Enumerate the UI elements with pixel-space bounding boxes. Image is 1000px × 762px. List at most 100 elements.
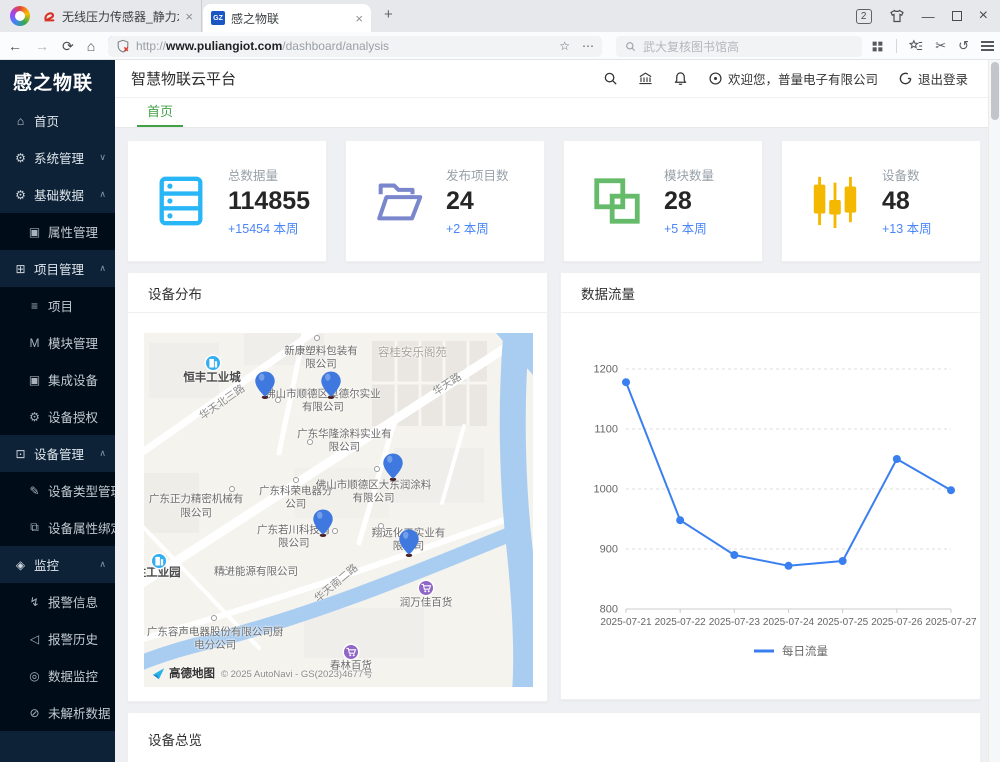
gear-icon: ⚙: [13, 188, 28, 202]
url-scheme: http://: [136, 39, 166, 53]
chevron-down-icon: ∨: [99, 152, 106, 163]
bank-icon[interactable]: [638, 71, 653, 86]
more-options-icon[interactable]: ⋯: [582, 39, 594, 53]
page-scrollbar[interactable]: [988, 60, 1000, 762]
toolbar-separator: [896, 39, 897, 53]
map-poi-dot: [229, 486, 235, 492]
sidebar-item-device-attribute-binding[interactable]: ⧉ 设备属性绑定: [0, 509, 115, 546]
shopping-poi-icon[interactable]: [417, 579, 435, 597]
browser-tab-strip: 无线压力传感器_静力水准仪_ × GZ 感之物联 × + 2 — ×: [0, 0, 1000, 32]
page-viewport: 感之物联 ⌂ 首页 ⚙ 系统管理 ∨ ⚙ 基础数据 ∧ ▣ 属性管理 ⊞ 项目管…: [0, 60, 1000, 762]
address-bar[interactable]: http://www.puliangiot.com/dashboard/anal…: [108, 36, 602, 57]
reload-button[interactable]: ⟳: [62, 38, 74, 55]
sidebar-item-device-management[interactable]: ⊡ 设备管理 ∧: [0, 435, 115, 472]
browser-logo-icon[interactable]: [10, 6, 30, 26]
close-button[interactable]: ×: [979, 7, 988, 25]
favorites-list-icon[interactable]: [909, 39, 923, 53]
logout-button[interactable]: 退出登录: [898, 69, 968, 88]
browser-home-button[interactable]: ⌂: [87, 38, 95, 54]
sidebar-item-integrated-device[interactable]: ▣ 集成设备: [0, 361, 115, 398]
shopping-poi-icon[interactable]: [342, 643, 360, 661]
map-poi-dot: [211, 615, 217, 621]
sidebar-item-attribute-management[interactable]: ▣ 属性管理: [0, 213, 115, 250]
device-map-pin[interactable]: [320, 371, 341, 400]
page-tab-bar: 首页: [115, 98, 988, 128]
apps-grid-icon[interactable]: [871, 40, 884, 53]
browser-tab-2-active[interactable]: GZ 感之物联 ×: [203, 4, 371, 32]
browser-tab-1[interactable]: 无线压力传感器_静力水准仪_ ×: [34, 0, 202, 32]
minimize-button[interactable]: —: [922, 9, 935, 24]
theme-shirt-icon[interactable]: [889, 8, 905, 24]
welcome-text: 欢迎您，普量电子有限公司: [728, 69, 878, 88]
chevron-up-icon: ∧: [99, 263, 106, 274]
sidebar-item-unparsed-data[interactable]: ⊘ 未解析数据: [0, 694, 115, 731]
sidebar-item-project-management[interactable]: ⊞ 项目管理 ∧: [0, 250, 115, 287]
building-poi-icon[interactable]: [204, 354, 222, 372]
tab-title: 无线压力传感器_静力水准仪_: [62, 8, 179, 25]
map-poi-dot: [314, 335, 320, 341]
tab-close-icon[interactable]: ×: [185, 9, 193, 24]
building-poi-icon[interactable]: [150, 552, 168, 570]
device-map-pin[interactable]: [312, 509, 333, 538]
tab-count-badge[interactable]: 2: [856, 9, 872, 24]
bookmark-star-icon[interactable]: ☆: [559, 39, 570, 53]
sidebar-item-home[interactable]: ⌂ 首页: [0, 102, 115, 139]
sidebar-item-monitoring[interactable]: ◈ 监控 ∧: [0, 546, 115, 583]
dashboard-content: 总数据量 114855 +15454 本周 发布项目数 24 +2 本周 模块数…: [115, 128, 988, 762]
app-logo[interactable]: 感之物联: [0, 60, 115, 102]
map-place-label: 新康塑料包装有限公司: [281, 345, 361, 371]
map-place-label: 容桂安乐阁苑: [378, 346, 447, 360]
sidebar-item-system-management[interactable]: ⚙ 系统管理 ∨: [0, 139, 115, 176]
chevron-up-icon: ∧: [99, 559, 106, 570]
svg-text:2025-07-21: 2025-07-21: [600, 617, 652, 628]
stat-card-published-projects: 发布项目数 24 +2 本周: [345, 140, 545, 262]
tab-close-icon[interactable]: ×: [355, 11, 363, 26]
modules-icon: [590, 174, 644, 228]
panel-title: 设备总览: [128, 713, 980, 749]
sidebar-item-project[interactable]: ≡ 项目: [0, 287, 115, 324]
lightning-icon: ↯: [27, 595, 42, 609]
maximize-button[interactable]: [952, 11, 962, 21]
map-place-label: 佛山市顺德区大东润涂料有限公司: [314, 479, 434, 505]
user-dot-icon: [708, 71, 723, 86]
scrollbar-thumb[interactable]: [991, 62, 999, 120]
stat-delta: +5 本周: [664, 218, 714, 237]
url-path: /dashboard/analysis: [282, 39, 389, 53]
back-button[interactable]: ←: [8, 38, 22, 54]
browser-toolbar: ← → ⟳ ⌂ AI http://www.puliangiot.com/das…: [0, 32, 1000, 60]
browser-search-box[interactable]: 武大复核图书馆高: [616, 36, 862, 57]
svg-text:1200: 1200: [594, 364, 618, 376]
sidebar-item-data-monitoring[interactable]: ◎ 数据监控: [0, 657, 115, 694]
sidebar-item-device-type-management[interactable]: ✎ 设备类型管理: [0, 472, 115, 509]
chart-legend-item[interactable]: 每日流量: [754, 644, 828, 658]
sidebar-item-alarm-info[interactable]: ↯ 报警信息: [0, 583, 115, 620]
notification-bell-icon[interactable]: [673, 71, 688, 86]
list-icon: ≡: [27, 299, 42, 313]
tab-title: 感之物联: [231, 10, 279, 27]
device-map-pin[interactable]: [254, 371, 275, 400]
sidebar-item-device-authorization[interactable]: ⚙ 设备授权: [0, 398, 115, 435]
device-map-pin[interactable]: [398, 529, 419, 558]
insecure-shield-icon[interactable]: [116, 39, 130, 53]
map-place-label: 精进能源有限公司: [191, 565, 321, 578]
screenshot-scissors-icon[interactable]: ✂: [935, 38, 946, 54]
browser-menu-icon[interactable]: [981, 39, 994, 53]
sidebar-item-base-data[interactable]: ⚙ 基础数据 ∧: [0, 176, 115, 213]
svg-text:1100: 1100: [594, 424, 618, 436]
sidebar-item-alarm-history[interactable]: ◁ 报警历史: [0, 620, 115, 657]
stat-delta: +2 本周: [446, 218, 509, 237]
welcome-user[interactable]: 欢迎您，普量电子有限公司: [708, 69, 878, 88]
new-tab-button[interactable]: +: [384, 6, 393, 23]
device-map-pin[interactable]: [382, 453, 403, 482]
app-header: 智慧物联云平台 欢迎您，普量电子有限公司 退出登录: [115, 60, 988, 98]
tab-home-active[interactable]: 首页: [143, 101, 177, 127]
header-search-icon[interactable]: [603, 71, 618, 86]
history-undo-icon[interactable]: ↺: [958, 38, 969, 54]
sidebar-item-module-management[interactable]: M 模块管理: [0, 324, 115, 361]
chevron-up-icon: ∧: [99, 448, 106, 459]
pen-icon: ✎: [27, 484, 42, 498]
svg-text:2025-07-26: 2025-07-26: [871, 617, 923, 628]
circle-slash-icon: ⊘: [27, 706, 42, 720]
device-map[interactable]: 新康塑料包装有限公司容桂安乐阁苑恒丰工业城佛山市顺德区奥德尔实业有限公司广东华隆…: [144, 333, 533, 687]
forward-button[interactable]: →: [35, 38, 49, 54]
